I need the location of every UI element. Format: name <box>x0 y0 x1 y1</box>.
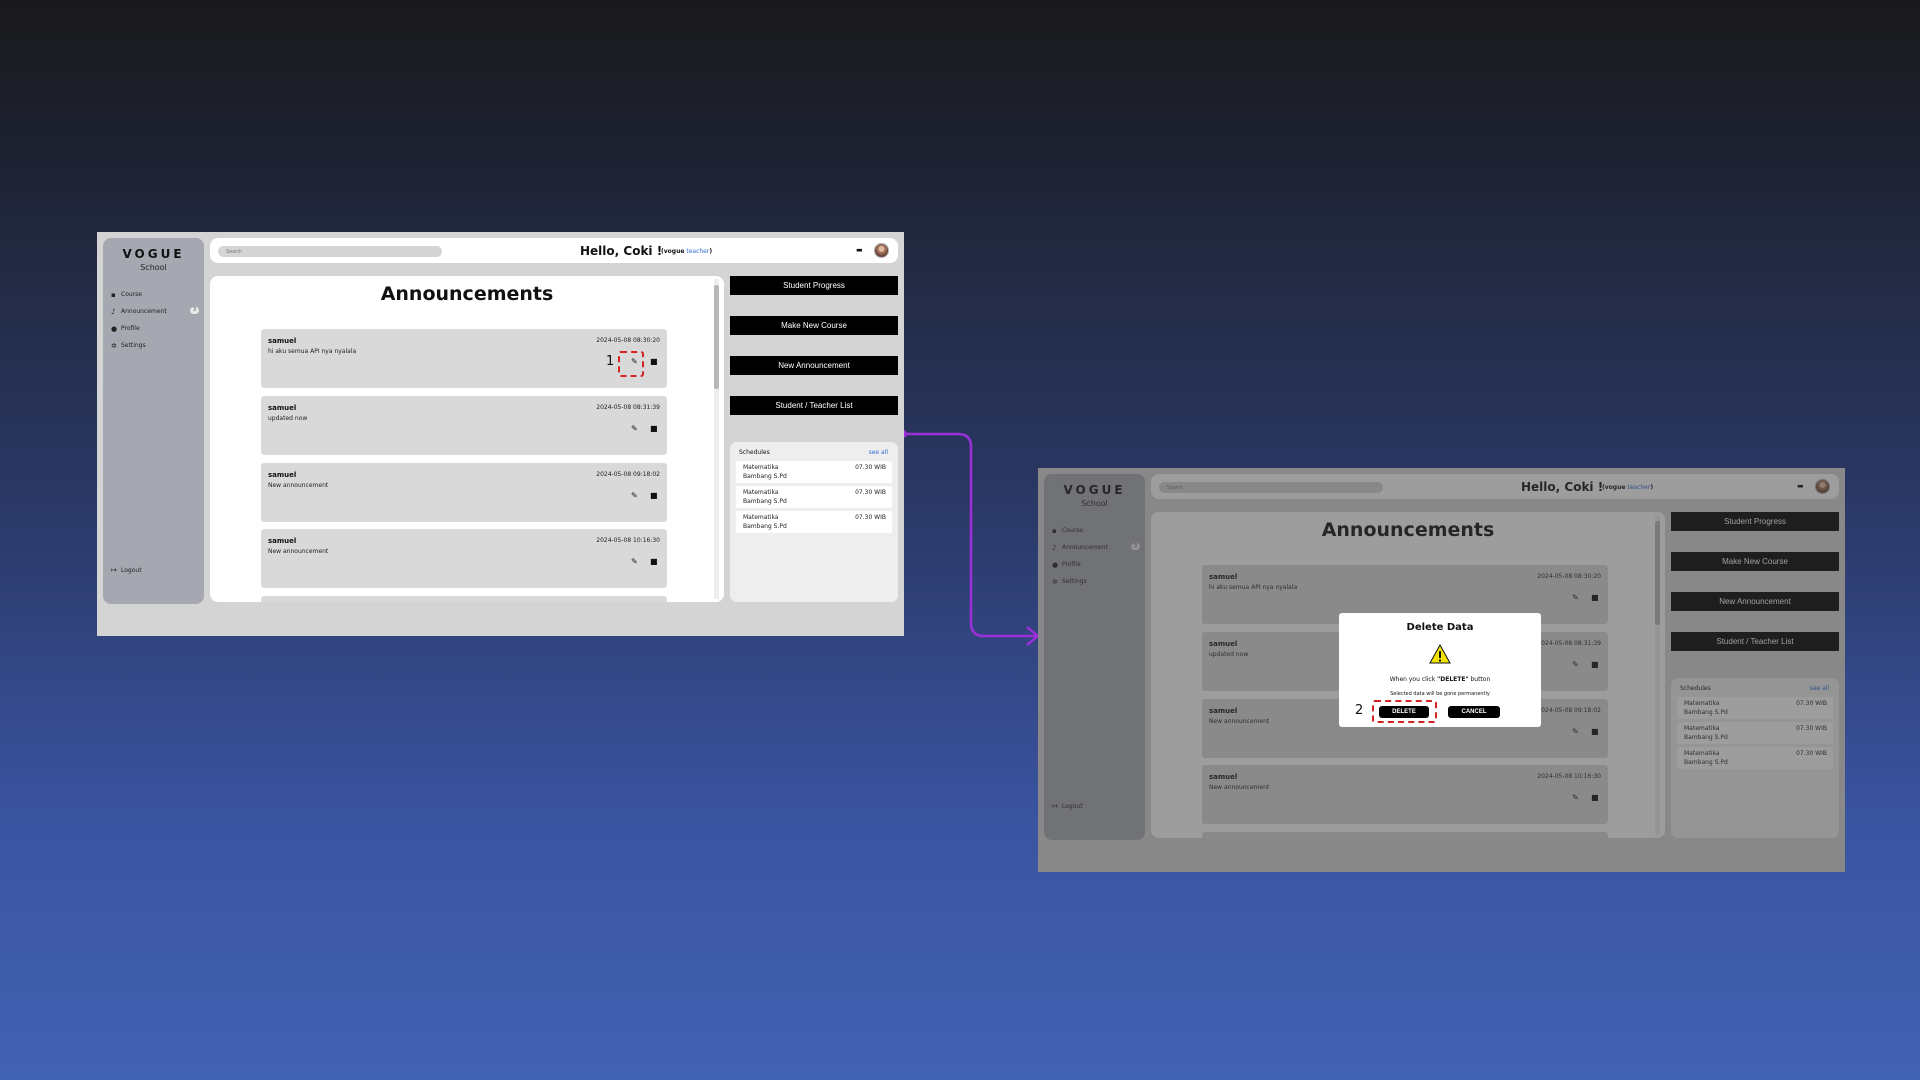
schedules-title: Schedules <box>739 449 770 456</box>
announcement-date: 2024-05-08 09:18:02 <box>596 471 660 478</box>
schedule-time: 07.30 WIB <box>855 489 886 496</box>
step-number: 2 <box>1355 703 1364 718</box>
flow-arrow-head <box>1026 626 1040 646</box>
dialog-message: When you click "DELETE" button <box>1339 676 1541 683</box>
notification-badge: 3 <box>190 307 199 314</box>
scrollbar[interactable] <box>714 279 719 599</box>
screenshot-after: VOGUE School ▪Course ♪Announcement3 ●Pro… <box>1038 468 1845 872</box>
role-teacher: teacher <box>686 248 710 255</box>
schedule-time: 07.30 WIB <box>855 464 886 471</box>
sidebar-item-label: Course <box>121 291 142 298</box>
greeting: Hello, Coki ! <box>580 244 663 258</box>
scrollbar-thumb[interactable] <box>714 285 719 389</box>
announcement-card: samuel New announcement 2024-05-08 09:18… <box>261 463 667 522</box>
schedule-teacher: Bambang S.Pd <box>743 498 787 505</box>
trash-icon[interactable]: ■ <box>650 357 658 366</box>
announcement-message: New announcement <box>268 548 329 555</box>
dialog-message-post: button <box>1468 676 1491 683</box>
announcement-date: 2024-05-08 08:30:20 <box>596 337 660 344</box>
screenshot-before: VOGUE School ▪ Course ♪ Announcement 3 ● Pro… <box>97 232 904 636</box>
logout-button[interactable]: ↦ Logout <box>111 566 142 574</box>
schedule-teacher: Bambang S.Pd <box>743 523 787 530</box>
role-label: (vogue teacher) <box>661 248 712 255</box>
edit-icon[interactable]: ✎ <box>631 424 638 433</box>
schedules-panel: Schedules see all Matematika Bambang S.Pd… <box>730 442 898 602</box>
announcement-date: 2024-05-08 08:31:39 <box>596 404 660 411</box>
announcement-author: samuel <box>268 337 297 345</box>
announcement-message: hi aku semua API nya nyalala <box>268 348 357 355</box>
logout-icon: ↦ <box>111 566 117 574</box>
edit-icon[interactable]: ✎ <box>631 491 638 500</box>
sidebar-item-label: Profile <box>121 325 140 332</box>
make-new-course-button[interactable]: Make New Course <box>730 316 898 335</box>
schedule-row[interactable]: Matematika Bambang S.Pd 07.30 WIB <box>736 461 892 483</box>
schedule-subject: Matematika <box>743 464 779 471</box>
role-open: (vogue <box>661 248 685 255</box>
announcement-author: samuel <box>268 404 297 412</box>
student-progress-button[interactable]: Student Progress <box>730 276 898 295</box>
announcement-author: samuel <box>268 471 297 479</box>
announcement-message: updated now <box>268 415 308 422</box>
warning-icon <box>1429 644 1451 664</box>
announcement-card <box>261 596 667 602</box>
sidebar-nav: ▪ Course ♪ Announcement 3 ●Profile ✲ Setting… <box>111 286 199 354</box>
announcement-card: samuel hi aku semua API nya nyalala 2024… <box>261 329 667 388</box>
step-highlight-box <box>618 351 644 377</box>
top-bar: Hello, Coki ! (vogue teacher) ▬ <box>210 238 898 263</box>
step-number: 1 <box>606 354 615 369</box>
sidebar-item-label: Announcement <box>121 308 167 315</box>
schedule-subject: Matematika <box>743 489 779 496</box>
bell-icon: ♪ <box>111 307 116 316</box>
avatar[interactable] <box>874 243 889 258</box>
dialog-submessage: Selected data will be gone permanently <box>1390 691 1490 697</box>
sidebar-item-announcement[interactable]: ♪ Announcement 3 <box>111 303 199 320</box>
trash-icon[interactable]: ■ <box>650 491 658 500</box>
cancel-button[interactable]: CANCEL <box>1448 706 1500 718</box>
dialog-message-bold: "DELETE" <box>1437 676 1469 683</box>
edit-icon[interactable]: ✎ <box>631 557 638 566</box>
schedule-time: 07.30 WIB <box>855 514 886 521</box>
dialog-message-pre: When you click <box>1389 676 1438 683</box>
schedule-teacher: Bambang S.Pd <box>743 473 787 480</box>
announcement-card: samuel updated now 2024-05-08 08:31:39 ✎… <box>261 396 667 455</box>
flow-arrow-line <box>903 432 1037 638</box>
schedule-row[interactable]: Matematika Bambang S.Pd 07.30 WIB <box>736 511 892 533</box>
logout-label: Logout <box>121 566 142 574</box>
book-icon: ▪ <box>111 290 116 299</box>
sidebar-item-settings[interactable]: ✲ Settings <box>111 337 199 354</box>
role-close: ) <box>709 248 713 255</box>
logo: VOGUE <box>122 247 185 261</box>
announcement-author: samuel <box>268 537 297 545</box>
sidebar-item-label: Settings <box>121 342 146 349</box>
sidebar-item-course[interactable]: ▪ Course <box>111 286 199 303</box>
announcement-card: samuel New announcement 2024-05-08 10:16… <box>261 529 667 588</box>
delete-button[interactable]: DELETE <box>1379 706 1429 718</box>
student-teacher-list-button[interactable]: Student / Teacher List <box>730 396 898 415</box>
trash-icon[interactable]: ■ <box>650 557 658 566</box>
see-all-link[interactable]: see all <box>869 449 888 456</box>
logo-subtitle: School <box>140 263 167 272</box>
new-announcement-button[interactable]: New Announcement <box>730 356 898 375</box>
sidebar: VOGUE School ▪ Course ♪ Announcement 3 ●Pro… <box>103 238 204 604</box>
schedule-subject: Matematika <box>743 514 779 521</box>
page-title: Announcements <box>380 283 554 305</box>
delete-dialog: Delete Data When you click "DELETE" butt… <box>1339 613 1541 727</box>
dialog-title: Delete Data <box>1406 622 1474 633</box>
schedule-row[interactable]: Matematika Bambang S.Pd 07.30 WIB <box>736 486 892 508</box>
search-input[interactable] <box>218 246 442 257</box>
gear-icon: ✲ <box>111 341 117 350</box>
monitor-icon[interactable]: ▬ <box>856 246 863 254</box>
user-icon: ● <box>111 324 118 333</box>
announcement-date: 2024-05-08 10:16:30 <box>596 537 660 544</box>
announcement-message: New announcement <box>268 482 329 489</box>
announcements-panel: Announcements samuel hi aku semua API ny… <box>210 276 724 602</box>
trash-icon[interactable]: ■ <box>650 424 658 433</box>
sidebar-item-profile[interactable]: ●Profile <box>111 320 199 337</box>
